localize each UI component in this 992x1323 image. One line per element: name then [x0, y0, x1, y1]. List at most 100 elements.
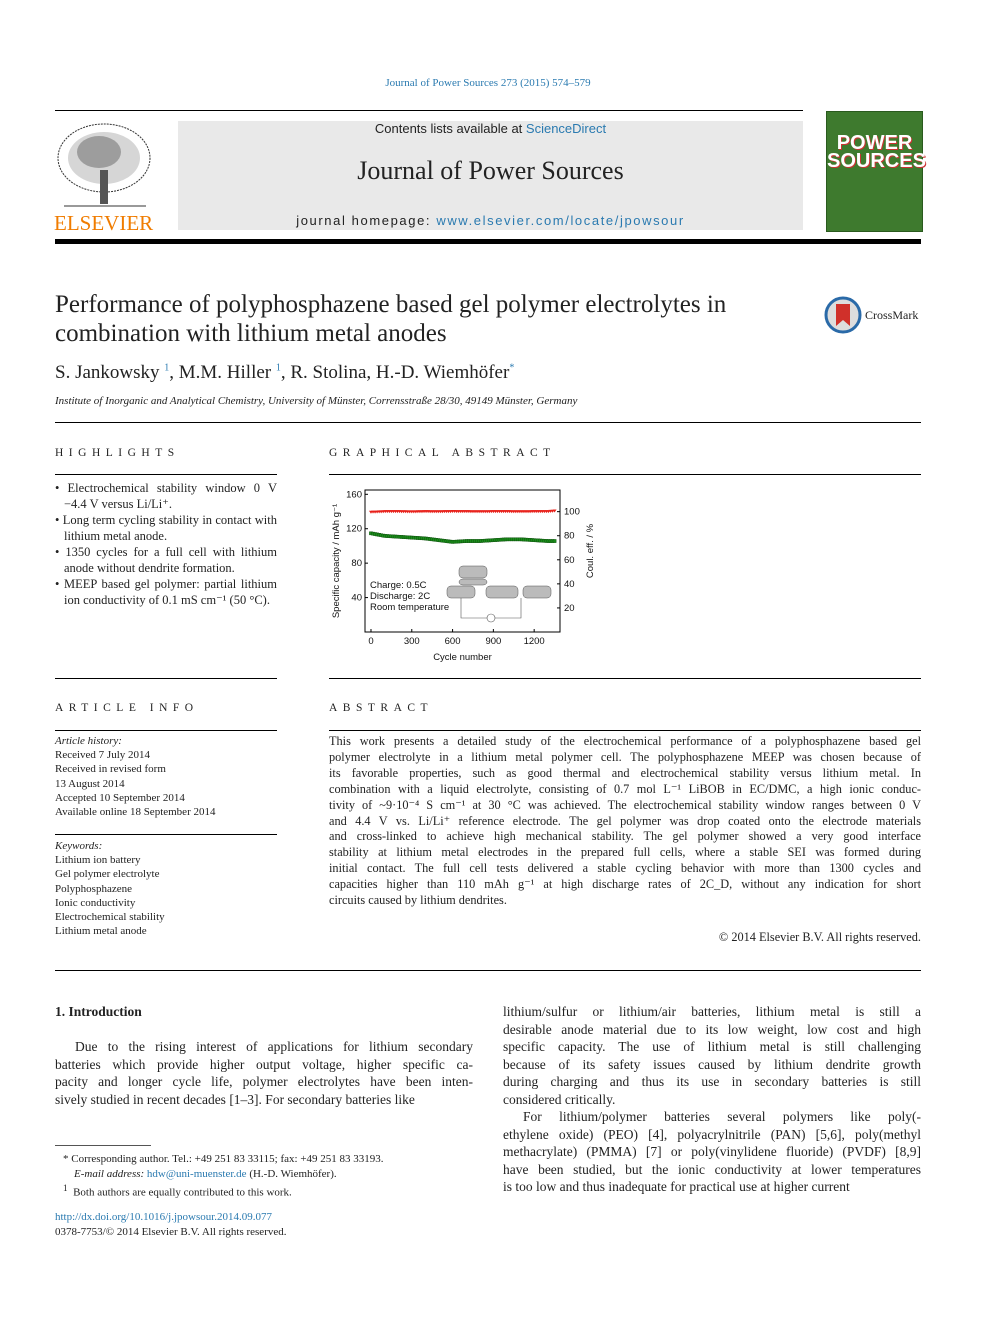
graphical-abstract-heading: GRAPHICAL ABSTRACT: [329, 447, 556, 459]
author[interactable]: S. Jankowsky: [55, 362, 160, 383]
elsevier-tree-icon: [57, 123, 151, 207]
author[interactable]: M.M. Hiller: [179, 362, 271, 383]
text-line: and 4.4 V vs. Li/Li⁺ reference electrode…: [329, 813, 921, 828]
keyword: Gel polymer electrolyte: [55, 868, 160, 881]
y-tick-label: 40: [351, 593, 362, 604]
article-title: Performance of polyphosphazene based gel…: [55, 291, 727, 347]
journal-citation-link[interactable]: Journal of Power Sources 273 (2015) 574–…: [0, 77, 976, 89]
section-heading: 1. Introduction: [55, 1004, 142, 1019]
journal-title: Journal of Power Sources: [357, 156, 624, 185]
x-tick-label: 600: [445, 636, 461, 647]
text-line: pacity and longer cycle life, polymer el…: [55, 1074, 473, 1089]
intro-left-column: Due to the rising interest of applicatio…: [55, 1038, 473, 1108]
copyright: © 2014 Elsevier B.V. All rights reserved…: [718, 930, 921, 944]
y2-tick-label: 100: [564, 507, 580, 518]
capacity-chart: 0 300 600 900 1200 40 80 120 160 20 40 60 80 100 Cycle…: [331, 489, 596, 663]
text-line: initial contact. The full cell tests del…: [329, 861, 921, 876]
x-tick-label: 1200: [524, 636, 545, 647]
y2-axis-label: Coul. eff. / %: [585, 523, 596, 578]
y2-tick-label: 20: [564, 603, 575, 614]
divider: [329, 678, 921, 679]
divider: [55, 474, 277, 475]
keywords: Keywords: Lithium ion battery Gel polyme…: [55, 840, 165, 938]
crossmark-icon: [824, 296, 862, 334]
text-line: ethylene oxide) (PEO) [4], polyacrylnitr…: [503, 1126, 921, 1142]
keyword: Ionic conductivity: [55, 896, 136, 909]
text-line: For lithium/polymer batteries several po…: [523, 1109, 921, 1124]
text-line: its favorable properties, such as good t…: [329, 765, 921, 780]
sciencedirect-link[interactable]: ScienceDirect: [526, 121, 606, 136]
header-rule: [55, 110, 803, 111]
highlight-item: • MEEP based gel polymer: partial lithiu…: [55, 577, 277, 607]
text-line: specific capacity. The use of lithium me…: [503, 1039, 921, 1054]
homepage-link[interactable]: www.elsevier.com/locate/jpowsour: [436, 213, 684, 228]
keyword: Polyphosphazene: [55, 882, 132, 895]
text-line: have been studied, but the ionic conduct…: [503, 1161, 921, 1177]
keyword: Electrochemical stability: [55, 911, 165, 924]
schematic-box: [446, 585, 476, 599]
text-line: because of its safety issues caused by l…: [503, 1056, 921, 1072]
keyword: Lithium ion battery: [55, 854, 141, 867]
abstract-text: This work presents a detailed study of t…: [329, 734, 921, 909]
x-tick-label: 900: [485, 636, 501, 647]
text-line: during charging and thus its use in seco…: [503, 1074, 921, 1089]
email-link[interactable]: hdw@uni-muenster.de: [147, 1168, 247, 1180]
y2-tick-label: 40: [564, 579, 575, 590]
schematic-box: [485, 585, 519, 599]
y2-tick-label: 60: [564, 555, 575, 566]
text-line: methacrylate) (PMMA) [7] or poly(vinylid…: [503, 1144, 921, 1159]
divider: [55, 970, 921, 971]
text-line: This work presents a detailed study of t…: [329, 734, 921, 748]
issn: 0378-7753/© 2014 Elsevier B.V. All right…: [55, 1226, 287, 1238]
y-tick-label: 120: [346, 524, 362, 535]
highlight-item: • 1350 cycles for a full cell with lithi…: [55, 545, 277, 575]
y2-tick-label: 80: [564, 531, 575, 542]
divider: [329, 730, 921, 731]
chart-annotation: Room temperature: [370, 602, 449, 613]
footnotes: * Corresponding author. Tel.: +49 251 83…: [63, 1153, 384, 1199]
text-line: combination with a liquid electrolyte, c…: [329, 781, 921, 796]
banner-thick-rule: [55, 239, 921, 244]
author[interactable]: H.-D. Wiemhöfer: [376, 362, 509, 383]
y-tick-label: 160: [346, 489, 362, 500]
elsevier-logo: ELSEVIER: [54, 120, 156, 235]
footnote-rule: [55, 1145, 151, 1146]
author-list: S. Jankowsky 1, M.M. Hiller 1, R. Stolin…: [55, 362, 515, 383]
text-line: circuits caused by lithium dendrites.: [329, 893, 507, 908]
x-tick-label: 0: [368, 636, 373, 647]
highlight-item: • Electrochemical stability window 0 V −…: [55, 481, 277, 511]
data-point-capacity: [552, 539, 557, 543]
y-axis-label: Specific capacity / mAh g⁻¹: [331, 504, 342, 618]
text-line: sively studied in recent decades [1–3]. …: [55, 1091, 415, 1107]
paper-page: Journal of Power Sources 273 (2015) 574–…: [0, 0, 992, 1323]
divider: [55, 730, 277, 731]
highlights-list: • Electrochemical stability window 0 V −…: [55, 480, 277, 608]
text-line: lithium/sulfur or lithium/air batteries,…: [503, 1004, 921, 1019]
y-tick-label: 80: [351, 558, 362, 569]
highlight-item: • Long term cycling stability in contact…: [55, 513, 277, 543]
text-line: stability at lithium metal electrodes in…: [329, 845, 921, 860]
schematic-box: [522, 585, 552, 599]
text-line: Due to the rising interest of applicatio…: [75, 1039, 473, 1054]
keyword: Lithium metal anode: [55, 925, 147, 938]
intro-right-column: lithium/sulfur or lithium/air batteries,…: [503, 1003, 921, 1196]
x-tick-label: 300: [404, 636, 420, 647]
divider: [55, 678, 277, 679]
divider: [55, 834, 277, 835]
affiliation: Institute of Inorganic and Analytical Ch…: [55, 395, 578, 407]
article-history: Article history: Received 7 July 2014 Re…: [55, 735, 216, 819]
text-line: and cross-linked to achieve high mechani…: [329, 829, 921, 844]
schematic-box: [458, 578, 488, 586]
schematic-voltmeter-icon: [486, 613, 496, 623]
chart-annotation: Discharge: 2C: [370, 591, 430, 602]
author[interactable]: R. Stolina: [290, 362, 366, 383]
text-line: capacities higher than 110 mAh g⁻¹ at hi…: [329, 877, 921, 892]
text-line: considered critically.: [503, 1091, 616, 1107]
journal-banner: Contents lists available at ScienceDirec…: [178, 121, 803, 230]
crossmark-button[interactable]: CrossMark: [824, 296, 918, 334]
text-line: polymer electrolyte in a lithium metal p…: [329, 749, 921, 764]
text-line: batteries which provide higher output vo…: [55, 1056, 473, 1072]
doi-link[interactable]: http://dx.doi.org/10.1016/j.jpowsour.201…: [55, 1211, 272, 1223]
schematic-box: [458, 565, 488, 579]
divider: [55, 422, 921, 423]
